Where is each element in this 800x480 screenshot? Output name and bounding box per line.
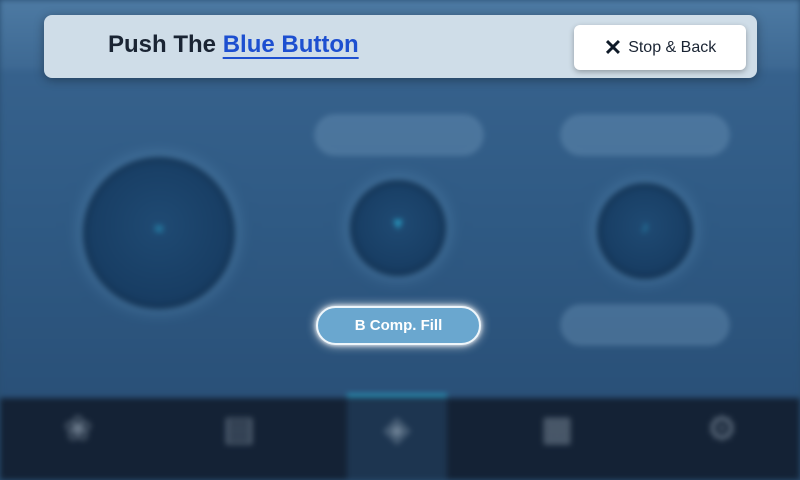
control-icon: ▦: [540, 410, 574, 448]
funnel-icon: ▼: [390, 215, 406, 233]
close-icon: ✕: [603, 34, 623, 60]
ghost-pill-bottom-right: [561, 305, 729, 345]
instruction-prefix: Push The: [108, 31, 217, 58]
mixing-icon: ≈: [154, 220, 164, 238]
settings-icon: ⚙: [706, 410, 738, 448]
nav-item-print: ❀: [28, 398, 128, 480]
ghost-circle-resin-fill: ▼: [350, 180, 446, 276]
ghost-pill-top-right: [561, 115, 729, 155]
brush-icon: ♪: [641, 218, 649, 236]
file-icon: ▤: [222, 410, 256, 448]
instruction-title: Push The Blue Button: [108, 31, 359, 59]
nav-item-settings: ⚙: [672, 398, 772, 480]
b-comp-fill-label: B Comp. Fill: [354, 317, 443, 334]
casting-icon: ◈: [383, 410, 411, 448]
nav-item-control: ▦: [507, 398, 607, 480]
stop-and-back-button[interactable]: ✕ Stop & Back: [574, 25, 746, 70]
b-comp-fill-button[interactable]: B Comp. Fill: [316, 306, 481, 345]
print-icon: ❀: [63, 410, 93, 448]
nav-item-casting: ◈: [347, 398, 447, 480]
instruction-highlight: Blue Button: [222, 31, 359, 58]
nav-item-file: ▤: [189, 398, 289, 480]
stop-and-back-label: Stop & Back: [628, 38, 717, 56]
ghost-circle-clean: ♪: [597, 183, 693, 279]
ghost-circle-a-comp-mixing: ≈: [83, 157, 235, 309]
ghost-pill-top-middle: [315, 115, 483, 155]
